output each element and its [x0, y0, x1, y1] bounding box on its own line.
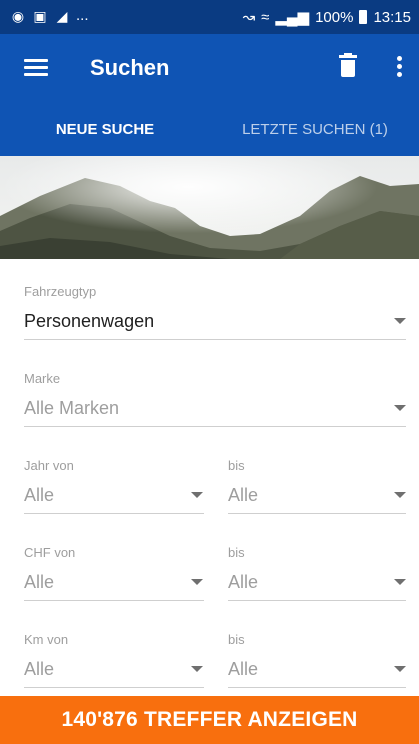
price-to-label: bis — [228, 545, 245, 560]
chevron-down-icon — [191, 492, 203, 498]
vehicle-type-label: Fahrzeugtyp — [24, 284, 97, 299]
vehicle-type-select[interactable]: Fahrzeugtyp Personenwagen — [24, 284, 406, 340]
delete-icon[interactable] — [337, 53, 359, 81]
year-from-select[interactable]: Jahr von Alle — [24, 458, 204, 514]
field-underline — [228, 600, 406, 601]
year-to-value: Alle — [228, 485, 259, 505]
field-underline — [24, 339, 406, 340]
chevron-down-icon — [191, 666, 203, 672]
km-from-select[interactable]: Km von Alle — [24, 632, 204, 688]
chevron-down-icon — [394, 666, 406, 672]
price-to-value: Alle — [228, 572, 259, 592]
f-app-icon: ◢ — [56, 7, 68, 24]
header-image — [0, 156, 419, 259]
page-title: Suchen — [90, 55, 170, 80]
at-icon: ◉ — [11, 7, 25, 24]
tab-new-search[interactable]: NEUE SUCHE — [0, 104, 210, 156]
more-options-icon[interactable] — [395, 56, 403, 82]
ellipsis-text: ... — [76, 7, 89, 24]
year-to-select[interactable]: bis Alle — [228, 458, 406, 514]
km-to-value: Alle — [228, 659, 259, 679]
chevron-down-icon — [394, 318, 406, 324]
field-underline — [228, 513, 406, 514]
menu-icon[interactable] — [24, 59, 48, 79]
price-to-select[interactable]: bis Alle — [228, 545, 406, 601]
field-underline — [24, 513, 204, 514]
app-bar: Suchen — [0, 34, 419, 104]
chevron-down-icon — [394, 405, 406, 411]
brand-label: Marke — [24, 371, 61, 386]
year-from-label: Jahr von — [24, 458, 74, 473]
mute-icon: ↝ — [242, 9, 256, 26]
km-to-select[interactable]: bis Alle — [228, 632, 406, 688]
field-underline — [228, 687, 406, 688]
tab-recent-searches[interactable]: LETZTE SUCHEN (1) — [210, 104, 419, 156]
price-from-value: Alle — [24, 572, 55, 592]
wifi-icon: ≈ — [261, 8, 270, 26]
year-from-value: Alle — [24, 485, 55, 505]
tab-bar: NEUE SUCHE LETZTE SUCHEN (1) — [0, 104, 419, 156]
field-underline — [24, 426, 406, 427]
notification-icons: ◉ ▣ ◢ ... — [10, 7, 89, 24]
chevron-down-icon — [191, 579, 203, 585]
km-to-label: bis — [228, 632, 245, 647]
mountain-image — [0, 156, 419, 259]
signal-icon: ▂▄▆ — [275, 9, 310, 26]
year-to-label: bis — [228, 458, 245, 473]
price-from-label: CHF von — [24, 545, 76, 560]
chevron-down-icon — [394, 492, 406, 498]
price-from-select[interactable]: CHF von Alle — [24, 545, 204, 601]
km-from-label: Km von — [24, 632, 69, 647]
vehicle-type-value: Personenwagen — [24, 311, 155, 331]
brand-value: Alle Marken — [24, 398, 120, 418]
km-from-value: Alle — [24, 659, 55, 679]
chevron-down-icon — [394, 579, 406, 585]
brand-select[interactable]: Marke Alle Marken — [24, 371, 406, 427]
show-results-button[interactable]: 140'876 TREFFER ANZEIGEN — [0, 696, 419, 744]
status-bar: ◉ ▣ ◢ ... ↝ ≈ ▂▄▆ 100% 13:15 — [0, 0, 419, 34]
clock: 13:15 — [373, 8, 411, 26]
field-underline — [24, 687, 204, 688]
battery-icon — [359, 10, 368, 24]
system-status: ↝ ≈ ▂▄▆ 100% 13:15 — [242, 8, 411, 27]
field-underline — [24, 600, 204, 601]
s-app-icon: ▣ — [33, 7, 47, 24]
battery-percent: 100% — [315, 8, 354, 26]
